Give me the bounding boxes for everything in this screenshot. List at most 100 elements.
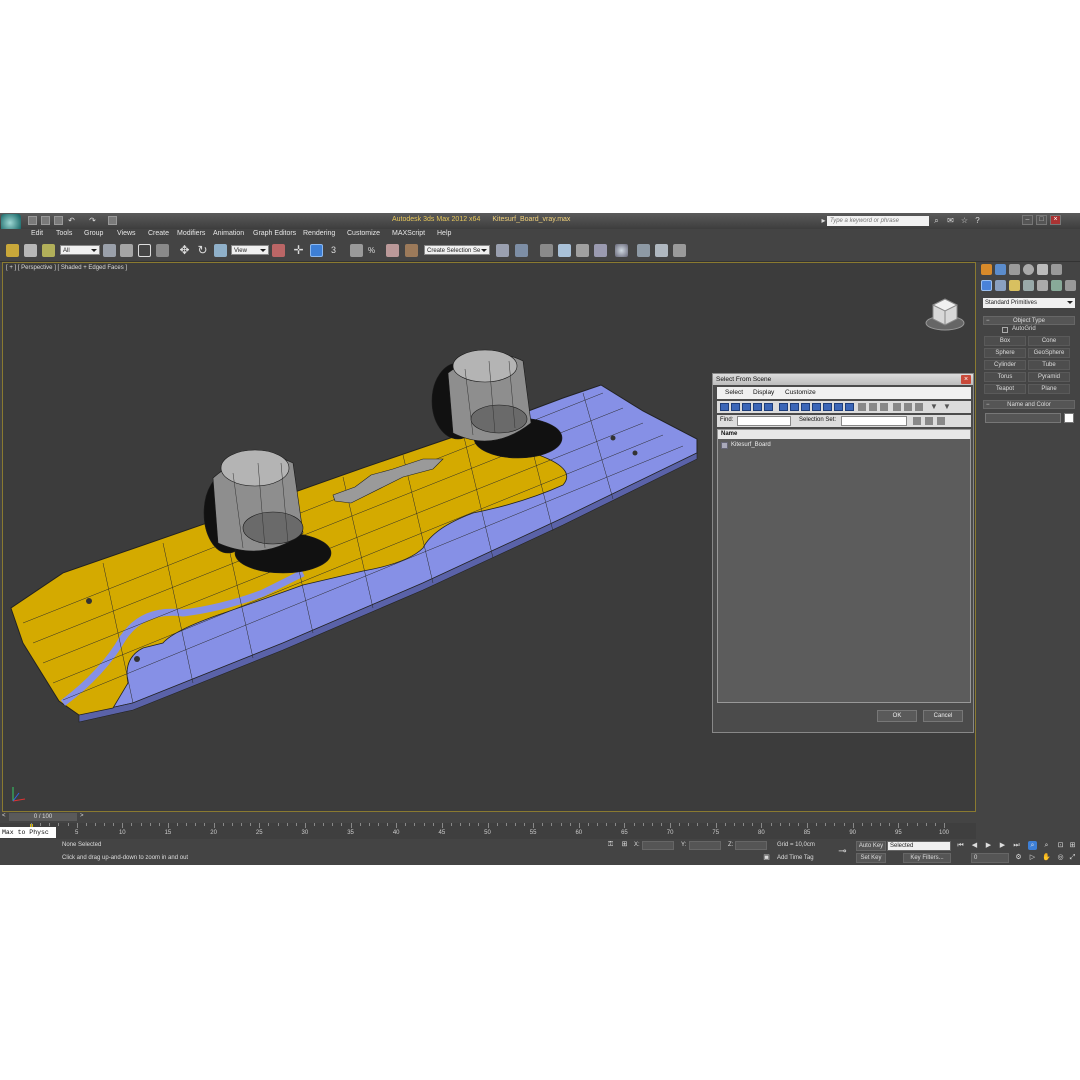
object-name-input[interactable] [985,413,1061,423]
keyboard-shortcut-override-icon[interactable] [310,244,323,257]
pan-view-icon[interactable]: ✋ [1042,853,1051,862]
ok-button[interactable]: OK [877,710,917,722]
display-hidden-icon[interactable] [845,403,854,411]
display-all-icon[interactable] [858,403,866,411]
set-key-button[interactable]: Set Key [856,853,886,863]
display-helpers-icon[interactable] [764,403,773,411]
x-coordinate-field[interactable] [642,841,674,850]
go-to-start-icon[interactable]: ⏮ [956,841,965,850]
mirror-icon[interactable] [496,244,509,257]
object-type-rollout[interactable]: − Object Type [983,316,1075,325]
select-by-name-icon[interactable] [120,244,133,257]
select-invert-icon[interactable] [915,403,923,411]
selection-set-dropdown[interactable] [841,416,907,426]
geometry-category-icon[interactable] [981,280,992,291]
menu-modifiers[interactable]: Modifiers [177,230,205,237]
cancel-button[interactable]: Cancel [923,710,963,722]
communication-center-icon[interactable]: ✉ [946,216,955,225]
maximize-viewport-icon[interactable]: ⤢ [1068,853,1077,862]
display-lights-icon[interactable] [742,403,751,411]
viewcube-icon[interactable] [923,291,967,335]
zoom-icon[interactable]: ⌕ [1028,841,1037,850]
sphere-button[interactable]: Sphere [984,348,1026,358]
help-icon[interactable]: ? [973,216,982,225]
create-selection-set-icon[interactable] [913,417,921,425]
minimize-button[interactable]: – [1022,215,1033,225]
dialog-menu-select[interactable]: Select [725,389,743,396]
undo-icon[interactable]: ↶ [67,216,76,225]
selection-filter-dropdown[interactable]: All [60,245,100,255]
tube-button[interactable]: Tube [1028,360,1070,370]
select-link-icon[interactable] [6,244,19,257]
play-icon[interactable]: ▶ [984,841,993,850]
list-item[interactable]: Kitesurf_Board [719,441,969,450]
track-bar[interactable]: 5 10 15 20 25 30 35 40 45 50 55 60 65 70 75 80 85 90 95 100 [0,823,976,839]
lock-selection-icon[interactable]: ⚿ [606,840,615,849]
time-slider-next-icon[interactable]: > [80,813,84,819]
delete-selection-set-icon[interactable] [937,417,945,425]
key-icon[interactable]: ⊸ [838,847,847,857]
layer-manager-icon[interactable] [540,244,553,257]
search-input[interactable]: Type a keyword or phrase [827,216,929,226]
cone-button[interactable]: Cone [1028,336,1070,346]
maxscript-listener[interactable]: Max to Physc [0,827,56,838]
time-configuration-icon[interactable]: ⚙ [1014,853,1023,862]
pivot-center-icon[interactable] [272,244,285,257]
favorites-icon[interactable]: ☆ [960,216,969,225]
maximize-button[interactable]: □ [1036,215,1047,225]
rendered-frame-window-icon[interactable] [655,244,668,257]
autogrid-checkbox[interactable] [1002,327,1008,333]
angle-snap-icon[interactable] [350,244,363,257]
cameras-category-icon[interactable] [1023,280,1034,291]
menu-create[interactable]: Create [148,230,169,237]
primitive-category-dropdown[interactable]: Standard Primitives [983,298,1075,308]
select-object-icon[interactable] [103,244,116,257]
scene-object-list[interactable]: Name Kitesurf_Board [717,429,971,703]
perspective-viewport[interactable]: [ + ] [ Perspective ] [ Shaded + Edged F… [2,262,976,812]
select-manipulate-icon[interactable]: ✛ [292,244,305,257]
zoom-extents-all-icon[interactable]: ⊞ [1068,841,1077,850]
menu-customize[interactable]: Customize [347,230,380,237]
select-none-icon[interactable] [904,403,912,411]
scale-icon[interactable] [214,244,227,257]
curve-editor-icon[interactable] [576,244,589,257]
next-frame-icon[interactable]: ▶ [998,841,1007,850]
menu-tools[interactable]: Tools [56,230,72,237]
menu-animation[interactable]: Animation [213,230,244,237]
time-slider-prev-icon[interactable]: < [2,813,6,819]
filter-icon[interactable]: ▼ [930,403,938,411]
bind-space-warp-icon[interactable] [42,244,55,257]
display-space-warps-icon[interactable] [779,403,788,411]
display-tab-icon[interactable] [1037,264,1048,275]
display-containers-icon[interactable] [823,403,832,411]
geosphere-button[interactable]: GeoSphere [1028,348,1070,358]
zoom-all-icon[interactable]: ⌕ [1042,841,1051,850]
menu-views[interactable]: Views [117,230,136,237]
utilities-tab-icon[interactable] [1051,264,1062,275]
select-all-icon[interactable] [893,403,901,411]
modify-tab-icon[interactable] [995,264,1006,275]
material-editor-icon[interactable] [615,244,628,257]
display-xrefs-icon[interactable] [801,403,810,411]
named-selection-set-dropdown[interactable]: Create Selection Se [424,245,490,255]
display-none-icon[interactable] [869,403,877,411]
torus-button[interactable]: Torus [984,372,1026,382]
shapes-category-icon[interactable] [995,280,1006,291]
snaps-toggle-icon[interactable]: 3 [331,244,344,257]
display-groups-icon[interactable] [790,403,799,411]
spinner-snap-icon[interactable] [386,244,399,257]
filter-options-icon[interactable]: ▼ [943,403,951,411]
current-frame-field[interactable]: 0 [971,853,1009,863]
hierarchy-tab-icon[interactable] [1009,264,1020,275]
menu-graph-editors[interactable]: Graph Editors [253,230,296,237]
dialog-close-button[interactable]: × [961,375,971,384]
rectangular-selection-icon[interactable] [138,244,151,257]
project-folder-icon[interactable] [108,216,117,225]
schematic-view-icon[interactable] [594,244,607,257]
render-setup-icon[interactable] [637,244,650,257]
display-cameras-icon[interactable] [753,403,762,411]
go-to-end-icon[interactable]: ⏭ [1012,841,1021,850]
save-file-icon[interactable] [54,216,63,225]
zoom-extents-icon[interactable]: ⊡ [1056,841,1065,850]
edit-selection-set-icon[interactable] [925,417,933,425]
